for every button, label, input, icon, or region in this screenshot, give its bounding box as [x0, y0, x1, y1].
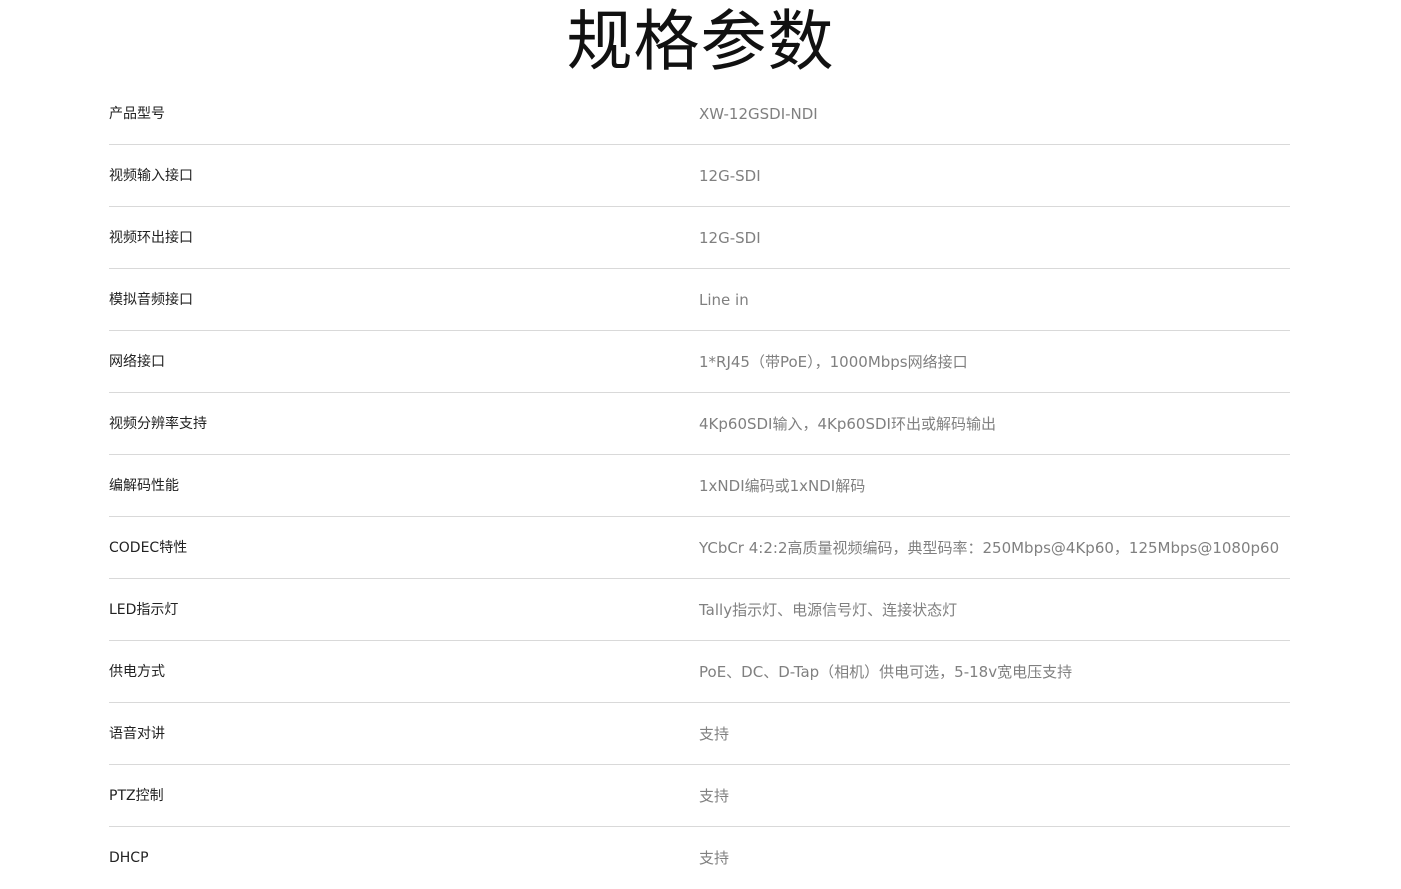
- spec-value: 1xNDI编码或1xNDI解码: [699, 477, 866, 495]
- spec-row-dhcp: DHCP 支持: [109, 827, 1290, 889]
- spec-value: Line in: [699, 291, 749, 309]
- page-title: 规格参数: [566, 3, 835, 80]
- spec-row-video-input: 视频输入接口 12G-SDI: [109, 145, 1290, 207]
- spec-value: 12G-SDI: [699, 229, 761, 247]
- spec-label: 视频输入接口: [109, 168, 193, 184]
- spec-row-power: 供电方式 PoE、DC、D-Tap（相机）供电可选，5-18v宽电压支持: [109, 641, 1290, 703]
- spec-label: CODEC特性: [109, 540, 188, 556]
- spec-label: 视频环出接口: [109, 230, 193, 246]
- spec-value: 支持: [699, 725, 730, 743]
- spec-value: 1*RJ45（带PoE），1000Mbps网络接口: [699, 353, 968, 371]
- spec-label: LED指示灯: [109, 602, 179, 618]
- spec-table: 产品型号 XW-12GSDI-NDI 视频输入接口 12G-SDI 视频环出接口…: [109, 83, 1290, 889]
- spec-label: 语音对讲: [109, 726, 165, 742]
- spec-value: 4Kp60SDI输入，4Kp60SDI环出或解码输出: [699, 415, 996, 433]
- spec-row-network: 网络接口 1*RJ45（带PoE），1000Mbps网络接口: [109, 331, 1290, 393]
- spec-value: 12G-SDI: [699, 167, 761, 185]
- spec-row-led: LED指示灯 Tally指示灯、电源信号灯、连接状态灯: [109, 579, 1290, 641]
- spec-row-analog-audio: 模拟音频接口 Line in: [109, 269, 1290, 331]
- spec-label: 供电方式: [109, 664, 165, 680]
- spec-value: 支持: [699, 849, 730, 867]
- spec-label: 模拟音频接口: [109, 292, 193, 308]
- spec-value: 支持: [699, 787, 730, 805]
- spec-row-intercom: 语音对讲 支持: [109, 703, 1290, 765]
- spec-row-ptz: PTZ控制 支持: [109, 765, 1290, 827]
- spec-value: Tally指示灯、电源信号灯、连接状态灯: [699, 601, 958, 619]
- spec-row-resolution: 视频分辨率支持 4Kp60SDI输入，4Kp60SDI环出或解码输出: [109, 393, 1290, 455]
- spec-row-codec-features: CODEC特性 YCbCr 4:2:2高质量视频编码，典型码率：250Mbps@…: [109, 517, 1290, 579]
- spec-value: XW-12GSDI-NDI: [699, 105, 818, 123]
- spec-label: DHCP: [109, 850, 149, 866]
- spec-label: 编解码性能: [109, 478, 179, 494]
- spec-value: YCbCr 4:2:2高质量视频编码，典型码率：250Mbps@4Kp60，12…: [699, 539, 1280, 557]
- spec-row-codec-performance: 编解码性能 1xNDI编码或1xNDI解码: [109, 455, 1290, 517]
- spec-row-model: 产品型号 XW-12GSDI-NDI: [109, 83, 1290, 145]
- spec-label: PTZ控制: [109, 788, 164, 804]
- spec-label: 网络接口: [109, 354, 165, 370]
- spec-value: PoE、DC、D-Tap（相机）供电可选，5-18v宽电压支持: [699, 663, 1073, 681]
- spec-row-video-loop-out: 视频环出接口 12G-SDI: [109, 207, 1290, 269]
- spec-label: 视频分辨率支持: [109, 416, 207, 432]
- spec-label: 产品型号: [109, 106, 165, 122]
